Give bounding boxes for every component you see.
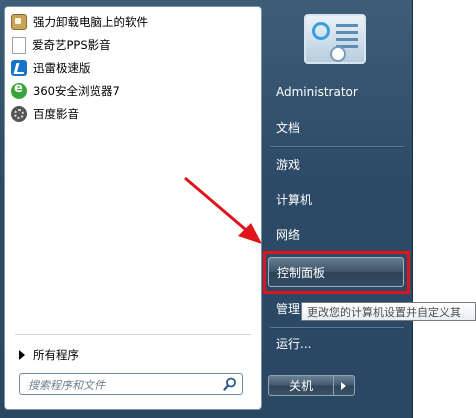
arrow-right-icon: [19, 350, 25, 360]
computer-label: 计算机: [276, 192, 313, 207]
search-icon[interactable]: [223, 377, 237, 391]
network-label: 网络: [276, 227, 301, 242]
file-icon: [12, 36, 26, 54]
divider: [270, 146, 404, 148]
search-box[interactable]: [19, 373, 243, 395]
divider: [270, 327, 404, 329]
search-input[interactable]: [26, 376, 216, 394]
shutdown-label: 关机: [288, 379, 313, 393]
gear-icon: [330, 46, 346, 62]
run-link[interactable]: 运行...: [268, 331, 404, 355]
program-item-iqiyi[interactable]: 爱奇艺PPS影音: [11, 34, 255, 56]
all-programs-label: 所有程序: [33, 348, 79, 362]
documents-label: 文档: [276, 120, 301, 135]
start-menu: 强力卸载电脑上的软件 爱奇艺PPS影音 迅雷极速版 360安全浏览器7 百度影音…: [0, 0, 413, 418]
tooltip: 更改您的计算机设置并自定义其: [301, 302, 476, 321]
control-panel-picture-bars: [336, 24, 358, 27]
program-label: 百度影音: [33, 107, 79, 121]
program-label: 360安全浏览器7: [33, 84, 120, 98]
shutdown-button[interactable]: 关机: [268, 375, 334, 396]
network-link[interactable]: 网络: [268, 222, 404, 246]
program-item-uninstaller[interactable]: 强力卸载电脑上的软件: [11, 11, 255, 33]
documents-link[interactable]: 文档: [268, 115, 404, 139]
program-label: 迅雷极速版: [33, 61, 91, 75]
run-label: 运行...: [276, 336, 312, 351]
program-item-baidu-player[interactable]: 百度影音: [11, 103, 255, 125]
user-account-link[interactable]: Administrator: [268, 80, 404, 104]
xunlei-icon: [11, 60, 27, 76]
user-name: Administrator: [276, 85, 358, 99]
program-label: 爱奇艺PPS影音: [32, 38, 111, 52]
tooltip-text: 更改您的计算机设置并自定义其: [307, 305, 461, 319]
games-link[interactable]: 游戏: [268, 152, 404, 176]
games-label: 游戏: [276, 157, 301, 172]
program-item-xunlei[interactable]: 迅雷极速版: [11, 57, 255, 79]
management-label: 管理: [276, 301, 301, 316]
program-label: 强力卸载电脑上的软件: [33, 15, 148, 29]
divider: [15, 334, 251, 335]
browser-360-icon: [11, 81, 27, 99]
highlight-box: [263, 251, 410, 294]
all-programs-button[interactable]: 所有程序: [15, 345, 255, 365]
programs-pane: 强力卸载电脑上的软件 爱奇艺PPS影音 迅雷极速版 360安全浏览器7 百度影音…: [4, 6, 262, 410]
uninstall-icon: [11, 14, 27, 30]
user-picture[interactable]: [304, 14, 366, 64]
shutdown-options-button[interactable]: [334, 375, 355, 396]
baidu-player-icon: [11, 106, 27, 122]
program-item-360-browser[interactable]: 360安全浏览器7: [11, 80, 255, 102]
computer-link[interactable]: 计算机: [268, 187, 404, 211]
